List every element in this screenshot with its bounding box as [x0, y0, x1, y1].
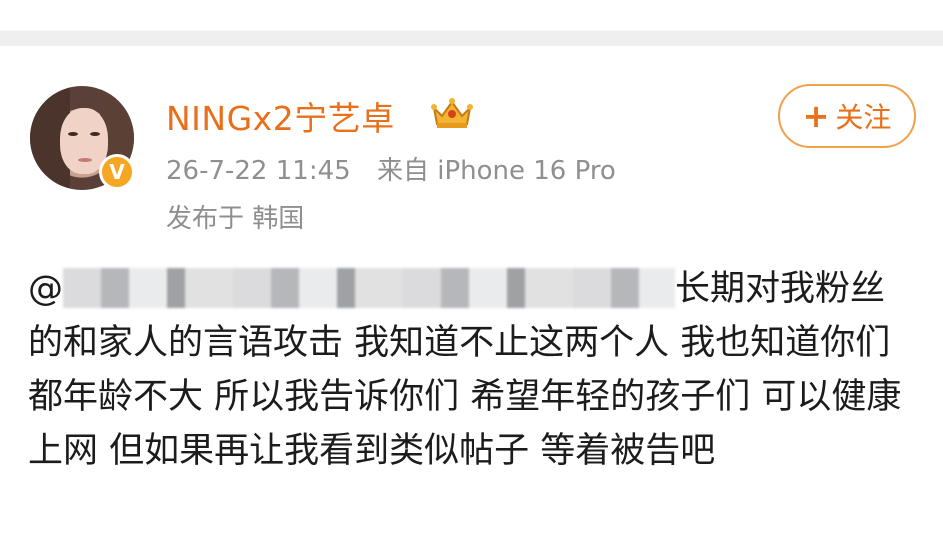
- avatar-mouth: [78, 158, 92, 162]
- post-location: 发布于 韩国: [166, 204, 305, 234]
- post-timestamp: 26-7-22 11:45: [166, 156, 351, 186]
- top-divider: [0, 0, 943, 46]
- weibo-post: V NINGx2宁艺卓 26-7-22 11:45 来自 iPhone 16 P…: [0, 46, 943, 547]
- post-source-prefix: 来自: [376, 156, 429, 186]
- plus-icon: +: [802, 97, 830, 135]
- post-source-device: iPhone 16 Pro: [437, 156, 616, 186]
- post-meta: 26-7-22 11:45 来自 iPhone 16 Pro: [166, 150, 616, 187]
- crown-icon: [431, 98, 473, 128]
- follow-button[interactable]: + 关注: [778, 84, 916, 148]
- redacted-mentions: [63, 268, 675, 308]
- mention-at: @: [28, 269, 63, 309]
- follow-label: 关注: [835, 101, 892, 134]
- username[interactable]: NINGx2宁艺卓: [166, 92, 395, 140]
- avatar-eye: [68, 132, 78, 136]
- post-content: @ 长期对我粉丝的和家人的言语攻击 我知道不止这两个人 我也知道你们都年龄不大 所…: [28, 262, 918, 478]
- avatar-eye: [90, 132, 100, 136]
- verified-v-icon: V: [99, 154, 135, 190]
